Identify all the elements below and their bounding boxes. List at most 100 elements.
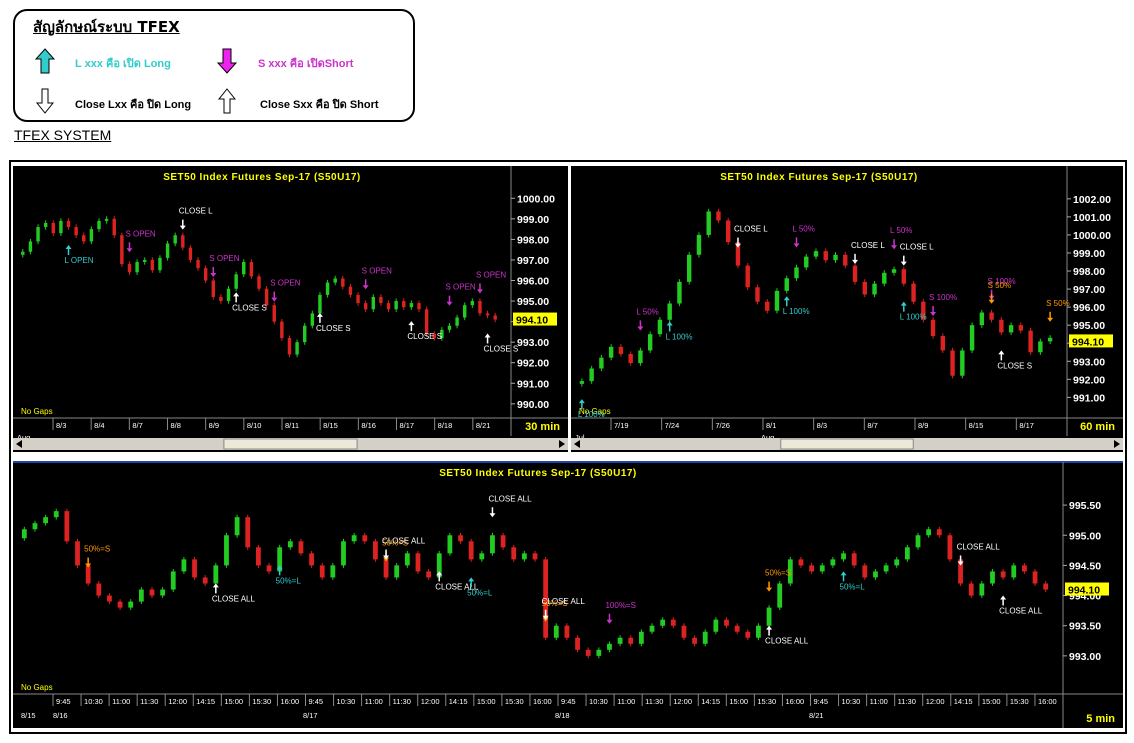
candle-body [245,517,251,548]
signal-label: L 100% [900,313,927,322]
timeframe-label: 60 min [1080,421,1115,433]
signal-label: S OPEN [476,270,506,279]
candle-body [823,251,828,261]
signal-label: S OPEN [362,266,392,275]
candle-body [989,312,994,320]
signal-label: S 100% [929,293,957,302]
candle-body [371,296,375,310]
candle-body [734,625,740,632]
candle-body [819,565,825,572]
candle-body [181,235,185,248]
candle-body [950,350,955,376]
x-tick-label: 11:00 [617,697,635,706]
signal-label: CLOSE L [900,243,934,252]
candle-body [59,220,63,234]
system-label: TFEX SYSTEM [14,127,112,143]
candle-body [112,218,116,236]
candle-body [872,283,877,295]
candle-body [21,251,25,255]
candle-body [64,511,70,542]
legend-item-close-long: Close Lxx คือ ปิด Long [75,99,192,111]
candle-body [402,301,406,308]
x-tick-label: 16:00 [280,697,299,706]
down-arrow-magenta-icon [217,48,237,74]
y-tick-label: 993.00 [517,337,549,349]
candle-body [295,342,299,355]
candle-body [628,354,633,364]
y-tick-label: 995.50 [1069,500,1101,512]
y-tick-label: 997.00 [517,255,549,267]
x-tick-label: 11:00 [112,697,130,706]
x-tick-label: 8/3 [56,421,66,430]
candle-body [170,571,176,590]
signal-label: CLOSE L [734,225,768,234]
candle-body [1000,571,1006,578]
candle-body [686,254,692,282]
signal-label: S OPEN [209,254,239,263]
signal-label: L 100% [578,410,605,419]
candle-body [309,553,314,566]
candle-body [915,535,921,548]
candle-body [777,583,783,608]
candle-body [901,269,906,284]
candle-body [426,571,432,578]
candle-body [363,303,368,310]
y-tick-label: 997.00 [1073,284,1105,296]
candle-body [74,227,78,236]
x-tick-label: 15:30 [1010,697,1029,706]
candle-body [1011,565,1017,578]
signal-label: CLOSE S [232,303,267,312]
x-tick-label: 12:00 [673,697,692,706]
candle-body [138,589,144,602]
candle-body [745,265,750,288]
x-tick-label: 14:15 [954,697,973,706]
candle-body [724,619,729,626]
x-tick-label: 15:00 [477,697,496,706]
candle-body [804,256,809,268]
candle-body [128,601,134,608]
candle-body [135,262,139,273]
candle-body [936,529,942,536]
candle-body [589,368,594,382]
candle-body [692,637,697,644]
x-tick-label: 11:30 [898,697,916,706]
candle-body [85,565,91,584]
candle-body [249,262,254,277]
x-tick-label: 8/3 [817,421,827,430]
candle-body [224,535,229,566]
candle-body [21,529,27,539]
candle-body [794,267,799,279]
candle-body [107,595,112,602]
candle-body [351,535,357,542]
timeframe-label: 30 min [525,421,560,433]
x-tick-label: 8/9 [918,421,928,430]
candle-body [638,631,644,644]
signal-label: S OPEN [445,283,475,292]
signal-label: L 50% [636,307,658,316]
candle-body [117,601,123,608]
candle-body [272,305,276,322]
candle-body [298,541,304,554]
x-tick-label: 15:00 [224,697,243,706]
candle-body [745,631,751,638]
candle-body [862,565,868,578]
candle-body [493,315,497,320]
candle-body [89,229,94,242]
candle-body [716,211,721,221]
candle-body [696,234,702,255]
signal-label: 50%=L [840,582,866,591]
signal-label: CLOSE ALL [999,606,1043,615]
candle-body [706,211,711,235]
x-tick-label: 9:45 [814,697,829,706]
chart-panel-2: SET50 Index Futures Sep-17 (S50U17)No Ga… [571,166,1123,452]
y-tick-label: 992.00 [1073,374,1105,386]
chart-title: SET50 Index Futures Sep-17 (S50U17) [163,172,361,183]
x-tick-label: 8/7 [132,421,142,430]
signal-label: S 50% [988,281,1012,290]
x-tick-label: 8/1 [766,421,776,430]
chart-panel-3: SET50 Index Futures Sep-17 (S50U17) No Ga… [13,461,1123,728]
signal-label: CLOSE ALL [542,597,586,606]
candle-body [677,281,682,304]
x-tick-label: 15:30 [757,697,776,706]
candle-body [617,637,623,644]
